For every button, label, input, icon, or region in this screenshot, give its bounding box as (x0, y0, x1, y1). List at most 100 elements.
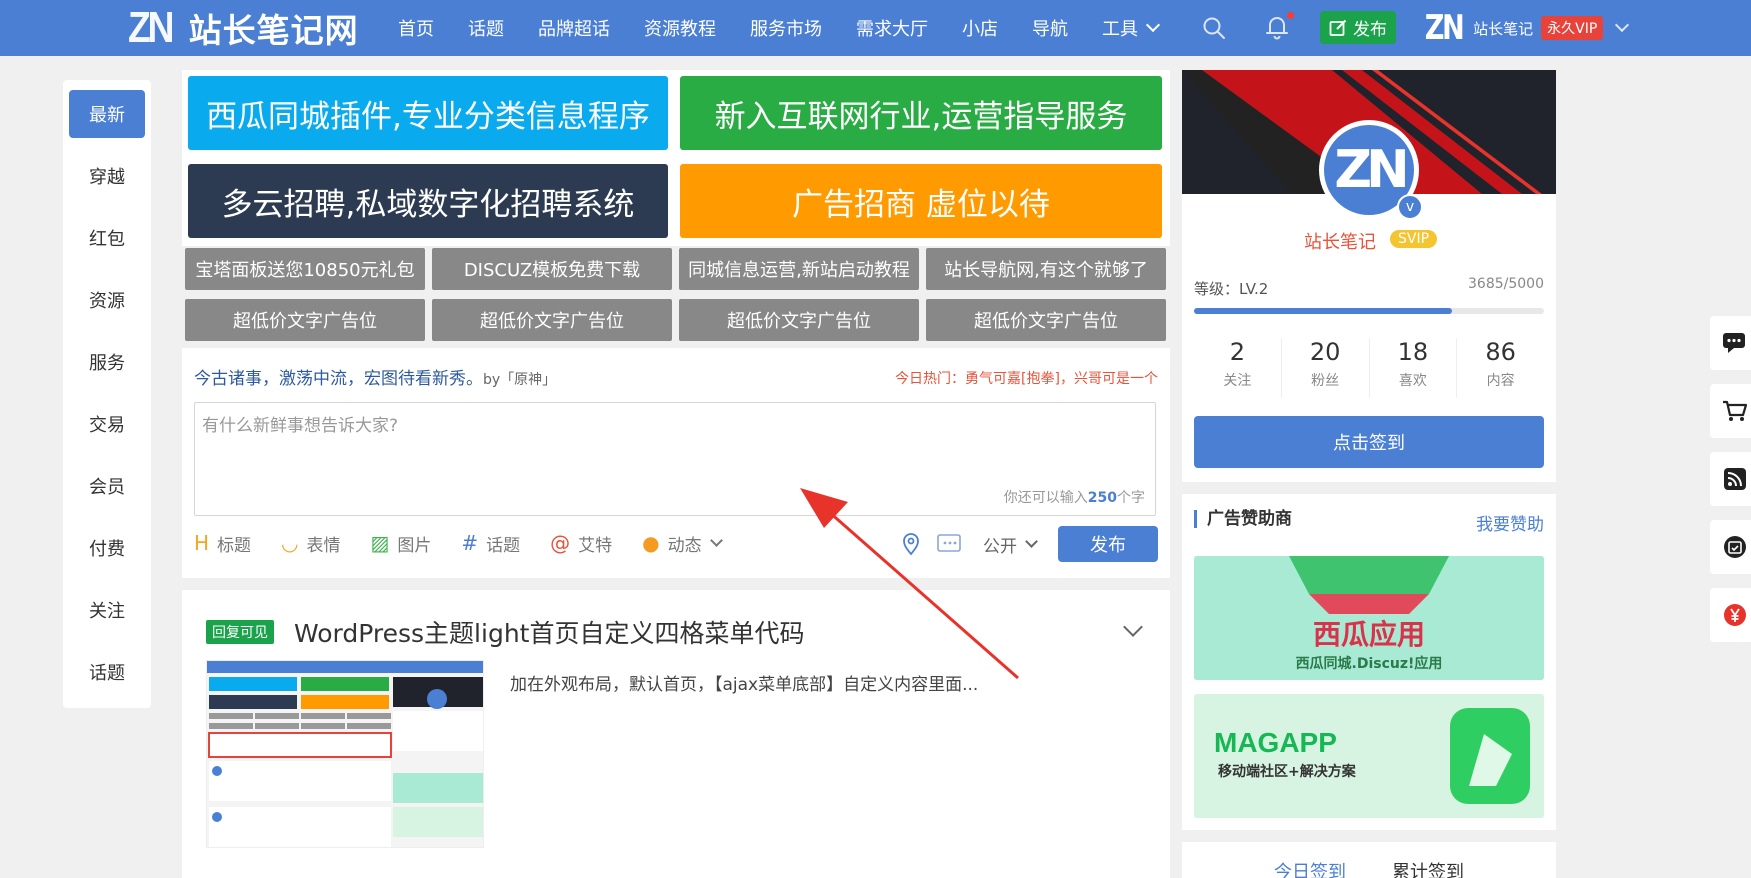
sponsor-ad-xigua[interactable]: 西瓜应用 西瓜同城.Discuz!应用 (1194, 556, 1544, 680)
sidebar-item-redpacket[interactable]: 红包 (69, 214, 145, 262)
stat-number: 2 (1229, 338, 1246, 366)
tool-emoji[interactable]: ◡ 表情 (281, 531, 340, 556)
search-icon[interactable] (1202, 16, 1226, 40)
text-ad[interactable]: 超低价文字广告位 (432, 299, 672, 341)
nav-tools[interactable]: 工具 (1102, 15, 1161, 41)
user-avatar: ZN (1424, 8, 1465, 48)
chevron-down-icon[interactable] (1123, 617, 1143, 637)
nav-topics[interactable]: 话题 (468, 15, 504, 41)
sidebar-item-following[interactable]: 关注 (69, 586, 145, 634)
tool-title-label: 标题 (217, 535, 252, 556)
vip-badge: 永久VIP (1541, 16, 1604, 40)
publish-button[interactable]: 发布 (1320, 11, 1396, 44)
float-calendar-button[interactable] (1710, 520, 1751, 574)
motto: 今古诸事，激荡中流，宏图待看新秀。by「原神」 (194, 364, 556, 389)
stat-likes[interactable]: 18 喜欢 (1370, 338, 1458, 398)
image-icon: ▨ (370, 531, 390, 555)
site-logo[interactable]: ZN 站长笔记网 (128, 3, 359, 52)
ad-advertise-here[interactable]: 广告招商 虚位以待 (680, 164, 1162, 238)
stat-number: 20 (1309, 338, 1341, 366)
cart-icon (1723, 400, 1748, 421)
nav-service-market[interactable]: 服务市场 (750, 15, 822, 41)
hashtag-icon: # (461, 531, 479, 555)
ad-title: MAGAPP (1214, 727, 1337, 758)
tool-mention-label: 艾特 (578, 535, 613, 556)
float-chat-button[interactable] (1710, 316, 1751, 370)
nav-tutorials[interactable]: 资源教程 (644, 15, 716, 41)
tool-topic[interactable]: # 话题 (461, 531, 520, 556)
submit-post-button[interactable]: 发布 (1058, 526, 1158, 562)
chevron-down-icon (1145, 17, 1161, 33)
text-ad[interactable]: 站长导航网,有这个就够了 (926, 248, 1166, 290)
sponsor-ad-magapp[interactable]: MAGAPP 移动端社区+解决方案 (1194, 694, 1544, 818)
tool-image[interactable]: ▨ 图片 (371, 531, 432, 556)
chevron-down-icon (709, 534, 723, 547)
chat-icon (1723, 333, 1745, 353)
sidebar-item-topics[interactable]: 话题 (69, 648, 145, 696)
float-rss-button[interactable] (1710, 452, 1751, 506)
sidebar-item-latest[interactable]: 最新 (69, 90, 145, 138)
tool-dynamic-label: 动态 (667, 535, 702, 556)
edit-icon (1329, 19, 1347, 36)
sidebar-item-paid[interactable]: 付费 (69, 524, 145, 572)
signin-button[interactable]: 点击签到 (1194, 416, 1544, 468)
float-cart-button[interactable] (1710, 384, 1751, 438)
nav-navigation[interactable]: 导航 (1032, 15, 1068, 41)
stat-number: 18 (1397, 338, 1429, 366)
text-ad[interactable]: 超低价文字广告位 (185, 299, 425, 341)
logo-text: 站长笔记网 (188, 11, 359, 50)
stat-label: 内容 (1486, 373, 1515, 389)
text-ad[interactable]: 超低价文字广告位 (926, 299, 1166, 341)
user-menu[interactable]: ZN 站长笔记 永久VIP (1420, 6, 1630, 50)
stat-following[interactable]: 2 关注 (1194, 338, 1282, 398)
tab-total-checkin[interactable]: 累计签到 (1392, 858, 1464, 878)
notification-dot (1287, 12, 1294, 19)
thumbnail-image (207, 661, 483, 847)
text-ad[interactable]: 超低价文字广告位 (679, 299, 919, 341)
ad-operation-guide[interactable]: 新入互联网行业,运营指导服务 (680, 76, 1162, 150)
article-title[interactable]: WordPress主题light首页自定义四格菜单代码 (294, 614, 804, 650)
tool-title[interactable]: H 标题 (194, 531, 251, 556)
become-sponsor-link[interactable]: 我要赞助 (1476, 510, 1544, 535)
user-name: 站长笔记 (1473, 19, 1534, 38)
tool-image-label: 图片 (397, 535, 432, 556)
exp-points: 3685/5000 (1468, 276, 1544, 292)
sidebar-item-resources[interactable]: 资源 (69, 276, 145, 324)
text-ad[interactable]: 同城信息运营,新站启动教程 (679, 248, 919, 290)
bell-icon[interactable] (1264, 14, 1290, 40)
sidebar-item-travel[interactable]: 穿越 (69, 152, 145, 200)
motto-author: by「原神」 (483, 372, 557, 388)
sponsor-title: 广告赞助商 (1194, 510, 1292, 528)
sidebar-item-services[interactable]: 服务 (69, 338, 145, 386)
tab-today-checkin[interactable]: 今日签到 (1274, 858, 1346, 878)
nav-demand-hall[interactable]: 需求大厅 (856, 15, 928, 41)
profile-name[interactable]: 站长笔记 (1304, 228, 1376, 254)
nav-home[interactable]: 首页 (398, 15, 434, 41)
xigua-app-banner: 西瓜应用 西瓜同城.Discuz!应用 (1194, 556, 1544, 680)
nav-brand-topics[interactable]: 品牌超话 (538, 15, 610, 41)
stat-content[interactable]: 86 内容 (1457, 338, 1544, 398)
user-level: 等级：LV.2 (1194, 280, 1269, 298)
ad-xigua-plugin[interactable]: 西瓜同城插件,专业分类信息程序 (188, 76, 668, 150)
sidebar-item-members[interactable]: 会员 (69, 462, 145, 510)
hot-today[interactable]: 今日热门：勇气可嘉[抱拳]，兴哥可是一个 (895, 368, 1158, 388)
at-icon: @ (550, 531, 571, 555)
float-payment-button[interactable] (1710, 588, 1751, 642)
yuan-icon (1724, 604, 1746, 626)
nav-shop[interactable]: 小店 (962, 15, 998, 41)
annotation-arrow (800, 488, 1019, 680)
article-thumbnail[interactable] (206, 660, 484, 848)
logo-mark: ZN (128, 3, 174, 52)
stat-fans[interactable]: 20 粉丝 (1282, 338, 1370, 398)
stat-number: 86 (1485, 338, 1516, 366)
tool-mention[interactable]: @ 艾特 (550, 531, 612, 556)
sidebar-item-trade[interactable]: 交易 (69, 400, 145, 448)
text-ad[interactable]: DISCUZ模板免费下载 (432, 248, 672, 290)
ad-recruitment[interactable]: 多云招聘,私域数字化招聘系统 (188, 164, 668, 238)
tool-dynamic[interactable]: ● 动态 (642, 531, 723, 556)
top-nav: ZN 站长笔记网 首页 话题 品牌超话 资源教程 服务市场 需求大厅 小店 导航… (0, 0, 1751, 56)
text-ad[interactable]: 宝塔面板送您10850元礼包 (185, 248, 425, 290)
profile-stats: 2 关注 20 粉丝 18 喜欢 86 内容 (1194, 338, 1544, 398)
char-counter-number: 250 (1087, 490, 1117, 506)
calendar-check-icon (1724, 536, 1746, 558)
